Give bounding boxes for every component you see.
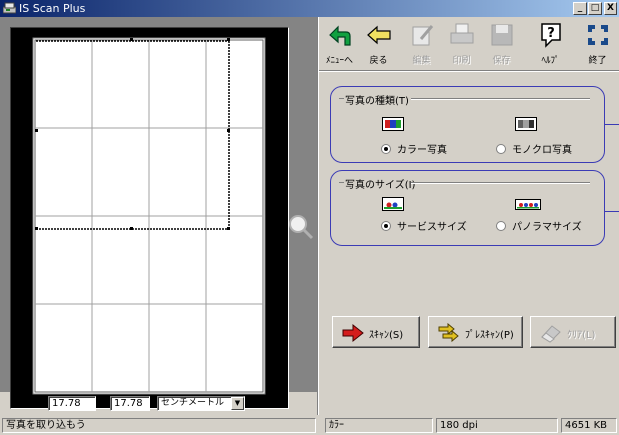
menu-button[interactable]: ﾒﾆｭｰへ <box>321 19 358 67</box>
mono-photo-radio[interactable]: モノクロ写真 <box>496 141 572 156</box>
print-icon <box>450 23 473 44</box>
help-button[interactable]: ? ﾍﾙﾌﾟ <box>532 19 569 67</box>
title-bar: IS Scan Plus _ □ X <box>0 0 619 17</box>
restore-button[interactable]: □ <box>588 2 602 15</box>
edit-icon <box>412 25 433 46</box>
mono-photo-icon <box>515 117 537 131</box>
radio-empty-icon <box>496 221 506 231</box>
status-resolution: 180 dpi <box>436 418 558 433</box>
red-arrow-icon <box>342 323 364 343</box>
photo-type-group: 写真の種類(T) カラー写真 モノクロ写真 <box>330 86 605 163</box>
color-photo-icon <box>382 117 404 131</box>
chevron-down-icon[interactable]: ▼ <box>231 397 244 410</box>
times-label: x <box>99 398 105 409</box>
prescan-button[interactable]: ﾌﾟﾚｽｷｬﾝ(P) <box>428 316 523 348</box>
photo-type-title: 写真の種類(T) <box>345 96 409 107</box>
exit-icon <box>587 25 608 45</box>
status-color-mode: ｶﾗｰ <box>325 418 433 433</box>
photo-size-title: 写真のサイズ(I) <box>345 180 416 191</box>
scanner-app-icon <box>3 2 16 14</box>
status-message: 写真を取り込もう <box>2 418 316 433</box>
panorama-size-radio[interactable]: パノラマサイズ <box>496 218 582 233</box>
unit-select-value: センチメートル <box>161 398 225 408</box>
photo-size-group: 写真のサイズ(I) サービスサイズ パノラマサイズ <box>330 170 605 246</box>
toolbar-separator <box>319 70 619 72</box>
radio-empty-icon <box>496 144 506 154</box>
service-size-radio[interactable]: サービスサイズ <box>381 218 467 233</box>
scan-grid[interactable] <box>11 28 288 408</box>
back-to-menu-icon <box>328 25 351 46</box>
service-size-icon <box>382 197 404 211</box>
help-icon: ? <box>540 23 561 48</box>
width-input[interactable]: 17.78 <box>48 396 96 411</box>
window-title: IS Scan Plus <box>19 2 86 15</box>
unit-select[interactable]: センチメートル ▼ <box>157 396 245 411</box>
toolbar: ﾒﾆｭｰへ 戻る 編集 印刷 保存 ? ﾍﾙﾌﾟ 終了 <box>321 19 619 69</box>
edit-button[interactable]: 編集 <box>403 19 440 67</box>
preview-area[interactable] <box>0 17 317 409</box>
back-arrow-icon <box>366 25 391 45</box>
panorama-size-icon <box>515 199 541 210</box>
status-file-size: 4651 KB <box>561 418 617 433</box>
save-icon <box>491 24 512 46</box>
color-photo-radio[interactable]: カラー写真 <box>381 141 447 156</box>
eraser-icon <box>541 325 561 343</box>
svg-text:?: ? <box>547 26 555 41</box>
back-button[interactable]: 戻る <box>360 19 397 67</box>
zoom-icon[interactable] <box>286 212 316 242</box>
double-arrow-icon <box>438 323 459 343</box>
scan-button[interactable]: ｽｷｬﾝ(S) <box>332 316 420 348</box>
exit-button[interactable]: 終了 <box>579 19 616 67</box>
group-connector <box>605 124 619 125</box>
close-button[interactable]: X <box>604 2 617 15</box>
print-button[interactable]: 印刷 <box>443 19 480 67</box>
save-button[interactable]: 保存 <box>483 19 520 67</box>
radio-selected-icon <box>381 221 391 231</box>
group-connector <box>605 211 619 212</box>
status-bar: 写真を取り込もう ｶﾗｰ 180 dpi 4651 KB <box>0 416 619 435</box>
scan-preview[interactable] <box>10 27 289 409</box>
minimize-button[interactable]: _ <box>573 2 587 15</box>
height-input[interactable]: 17.78 <box>110 396 150 411</box>
radio-selected-icon <box>381 144 391 154</box>
vertical-divider <box>317 17 319 415</box>
clear-button[interactable]: ｸﾘｱ(L) <box>530 316 616 348</box>
size-controls: 17.78 x 17.78 センチメートル ▼ <box>0 393 317 415</box>
